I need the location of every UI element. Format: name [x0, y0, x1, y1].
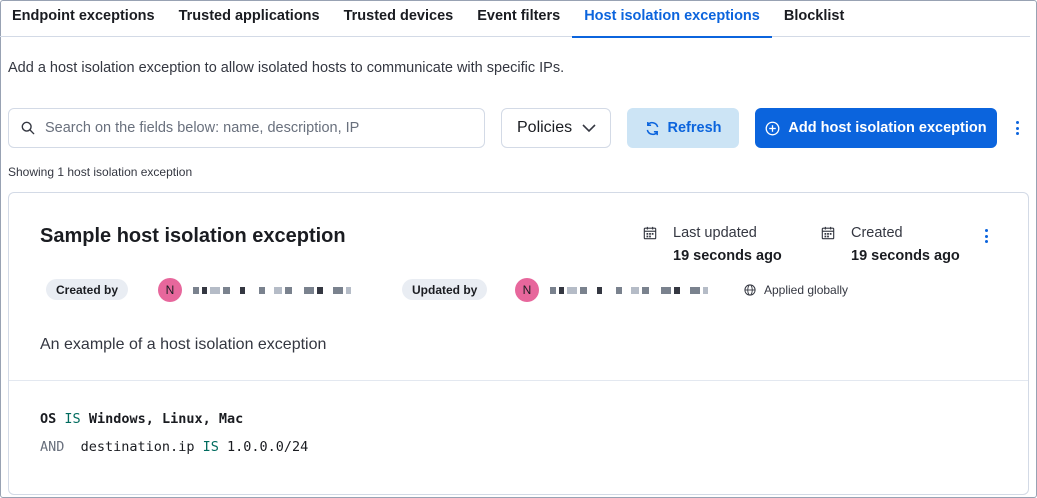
policies-dropdown[interactable]: Policies — [501, 108, 611, 148]
kebab-icon[interactable] — [981, 229, 991, 243]
created-label: Created — [851, 225, 903, 241]
redacted-username — [550, 286, 708, 294]
created-meta: Created 19 seconds ago — [821, 225, 960, 264]
calendar-icon — [821, 226, 835, 240]
card-description: An example of a host isolation exception — [40, 336, 327, 353]
refresh-label: Refresh — [667, 120, 722, 136]
tab-trusted-devices[interactable]: Trusted devices — [332, 0, 466, 37]
applied-globally: Applied globally — [744, 283, 848, 297]
exception-card: Sample host isolation exception Last upd… — [8, 192, 1029, 495]
redacted-username — [193, 286, 351, 294]
condition-operator: IS — [202, 439, 219, 455]
chevron-down-icon — [582, 124, 596, 133]
condition-operator: IS — [64, 411, 81, 427]
add-host-isolation-exception-button[interactable]: Add host isolation exception — [755, 108, 997, 148]
condition-field: destination.ip — [80, 439, 195, 455]
refresh-icon — [646, 121, 658, 135]
search-icon — [21, 121, 35, 135]
tab-event-filters[interactable]: Event filters — [465, 0, 572, 37]
card-title: Sample host isolation exception — [40, 225, 346, 247]
policies-label: Policies — [517, 119, 573, 136]
last-updated-value: 19 seconds ago — [673, 248, 782, 264]
condition-field: OS — [40, 411, 57, 427]
tab-blocklist[interactable]: Blocklist — [772, 0, 856, 37]
applied-label: Applied globally — [764, 283, 849, 297]
plus-circle-icon — [765, 121, 780, 135]
globe-icon — [744, 284, 756, 296]
kebab-icon[interactable] — [1012, 121, 1022, 135]
tab-bar: Endpoint exceptions Trusted applications… — [0, 0, 1030, 38]
calendar-icon — [643, 226, 657, 240]
condition-line-2: AND destination.ip IS 1.0.0.0/24 — [40, 439, 308, 455]
avatar: N — [158, 278, 182, 302]
last-updated-label: Last updated — [673, 225, 757, 241]
search-box[interactable] — [8, 108, 485, 148]
tab-trusted-applications[interactable]: Trusted applications — [167, 0, 332, 37]
condition-value: 1.0.0.0/24 — [227, 439, 309, 455]
condition-value: Windows, Linux, Mac — [88, 411, 244, 427]
tab-host-isolation-exceptions[interactable]: Host isolation exceptions — [572, 0, 772, 38]
page-description: Add a host isolation exception to allow … — [8, 60, 565, 76]
created-value: 19 seconds ago — [851, 248, 960, 264]
updated-by-badge: Updated by — [402, 279, 488, 300]
condition-line-1: OS IS Windows, Linux, Mac — [40, 411, 243, 427]
tab-endpoint-exceptions[interactable]: Endpoint exceptions — [0, 0, 167, 37]
refresh-button[interactable]: Refresh — [627, 108, 739, 148]
results-count: Showing 1 host isolation exception — [8, 165, 193, 179]
created-by-badge: Created by — [46, 279, 129, 300]
last-updated-meta: Last updated 19 seconds ago — [643, 225, 782, 264]
avatar: N — [515, 278, 539, 302]
search-input[interactable] — [45, 120, 465, 136]
condition-join: AND — [40, 439, 65, 455]
add-label: Add host isolation exception — [788, 120, 987, 136]
divider — [9, 380, 1028, 381]
